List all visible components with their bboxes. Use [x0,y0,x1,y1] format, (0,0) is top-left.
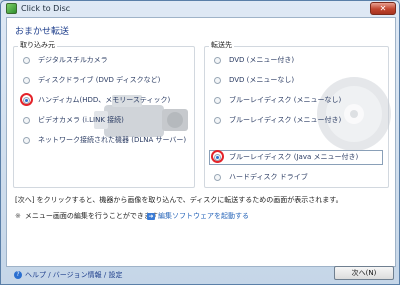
option-label: DVD (メニュー付き) [229,56,295,64]
radio-button[interactable] [214,116,221,124]
dest-option-hdd[interactable]: ハードディスク ドライブ [214,170,308,184]
footer-bar: ? ヘルプ / バージョン情報 / 設定 次へ(N) [6,266,394,284]
radio-button[interactable] [23,56,30,64]
option-label: ビデオカメラ (i.LINK 接続) [38,116,124,124]
option-label: ネットワーク接続された機器 (DLNA サーバー) [38,136,187,144]
radio-button[interactable] [23,136,30,144]
dest-option-bd-no-menu[interactable]: ブルーレイディスク (メニューなし) [214,93,341,107]
launch-editor-link[interactable]: ➜ 編集ソフトウェアを起動する [147,211,249,221]
next-button[interactable]: 次へ(N) [334,266,394,280]
app-icon [6,2,17,14]
option-label: DVD (メニューなし) [229,76,295,84]
source-option-video-camera[interactable]: ビデオカメラ (i.LINK 接続) [23,113,124,127]
destination-group-label: 転送先 [209,40,234,50]
menu-edit-note: ※ メニュー画面の編集を行うことができます [15,211,158,221]
radio-button[interactable] [23,76,30,84]
destination-group: 転送先 DVD (メニュー付き) DVD (メニューなし) ブルーレイディスク … [204,40,391,188]
option-label: ハードディスク ドライブ [229,173,308,181]
radio-button[interactable] [214,96,221,104]
selection-highlight-circle [20,93,33,106]
radio-button[interactable] [214,56,221,64]
dialog-window: Click to Disc ✕ おまかせ転送 取り込み元 デジタルスチルカメラ … [0,0,400,285]
source-group: 取り込み元 デジタルスチルカメラ ディスクドライブ (DVD ディスクなど) ハ… [13,40,195,188]
dest-option-bd-menu[interactable]: ブルーレイディスク (メニュー付き) [214,113,341,127]
source-option-disc-drive[interactable]: ディスクドライブ (DVD ディスクなど) [23,73,160,87]
dest-option-dvd-no-menu[interactable]: DVD (メニューなし) [214,73,294,87]
link-text[interactable]: 編集ソフトウェアを起動する [158,211,249,221]
option-label: ブルーレイディスク (Java メニュー付き) [229,153,359,161]
option-label: ディスクドライブ (DVD ディスクなど) [38,76,161,84]
radio-button[interactable] [214,76,221,84]
help-link[interactable]: ? ヘルプ / バージョン情報 / 設定 [14,270,122,280]
content-panel: おまかせ転送 取り込み元 デジタルスチルカメラ ディスクドライブ (DVD ディ… [6,17,396,267]
close-button[interactable]: ✕ [370,2,396,15]
dest-option-bd-java-menu[interactable]: ブルーレイディスク (Java メニュー付き) [214,150,358,164]
help-icon: ? [14,271,22,279]
source-group-label: 取り込み元 [18,40,57,50]
launch-icon: ➜ [147,212,155,220]
title-bar: Click to Disc ✕ [1,1,399,15]
note-mark: ※ [15,212,21,220]
option-label: ブルーレイディスク (メニューなし) [229,96,342,104]
source-option-digital-camera[interactable]: デジタルスチルカメラ [23,53,108,67]
note-text: メニュー画面の編集を行うことができます [24,212,158,220]
source-option-network-device[interactable]: ネットワーク接続された機器 (DLNA サーバー) [23,133,186,147]
help-link-text[interactable]: ヘルプ / バージョン情報 / 設定 [25,270,122,280]
radio-button[interactable] [23,116,30,124]
option-label: デジタルスチルカメラ [38,56,108,64]
dest-option-dvd-menu[interactable]: DVD (メニュー付き) [214,53,294,67]
window-title: Click to Disc [21,3,71,13]
option-label: ブルーレイディスク (メニュー付き) [229,116,342,124]
source-option-handycam[interactable]: ハンディカム(HDD、メモリースティック) [23,93,170,107]
option-label: ハンディカム(HDD、メモリースティック) [38,96,171,104]
page-title: おまかせ転送 [15,27,70,37]
selection-highlight-circle [211,150,224,163]
radio-button[interactable] [214,173,221,181]
instruction-text: [次へ] をクリックすると、機器から画像を取り込んで、ディスクに転送するための画… [15,196,343,204]
